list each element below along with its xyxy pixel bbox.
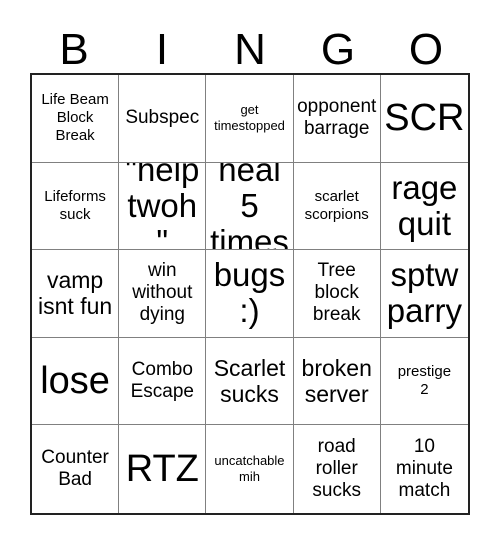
bingo-cell-label: RTZ — [125, 447, 199, 490]
bingo-cell[interactable]: opponent barrage — [293, 75, 381, 163]
bingo-cell[interactable]: RTZ — [119, 425, 207, 513]
bingo-cell[interactable]: SCR — [380, 75, 468, 163]
bingo-cell-label: opponent barrage — [297, 96, 377, 140]
bingo-cell-label: SCR — [384, 96, 465, 139]
bingo-cell-label: Lifeforms suck — [44, 187, 106, 223]
bingo-cell-label: "help twoh" — [125, 162, 200, 251]
bingo-cell-label: prestige 2 — [397, 363, 452, 399]
bingo-cell[interactable]: lose — [32, 337, 120, 426]
bingo-cell-label: Counter Bad — [41, 447, 109, 491]
bingo-cell-label: Combo Escape — [130, 359, 194, 403]
bingo-cell-label: sptw parry — [386, 256, 462, 330]
bingo-cell[interactable]: get timestopped — [206, 75, 294, 163]
bingo-cell-label: broken server — [301, 355, 372, 408]
bingo-cell-label: vamp isnt fun — [38, 267, 113, 320]
bingo-cell[interactable]: rage quit — [380, 162, 468, 251]
bingo-cell-label: road roller sucks — [312, 436, 361, 502]
bingo-cell[interactable]: Subspec — [119, 75, 207, 163]
bingo-cell-label: lose — [40, 359, 110, 402]
bingo-cell[interactable]: Counter Bad — [32, 425, 120, 513]
bingo-cell-label: scarlet scorpions — [304, 187, 369, 223]
bingo-cell[interactable]: Life Beam Block Break — [32, 75, 120, 163]
bingo-cell-label: Scarlet sucks — [213, 355, 286, 408]
bingo-cell-label: 10 minute match — [395, 436, 453, 502]
bingo-header-letter-b: B — [59, 25, 89, 74]
bingo-cell[interactable]: road roller sucks — [293, 425, 381, 513]
bingo-cell[interactable]: sptw parry — [380, 250, 468, 338]
bingo-cell[interactable]: "help twoh" — [119, 162, 207, 251]
bingo-header-letter-n: N — [234, 25, 266, 74]
bingo-cell[interactable]: Lifeforms suck — [32, 162, 120, 251]
bingo-cell[interactable]: broken server — [293, 337, 381, 426]
bingo-cell[interactable]: heal 5 times — [206, 162, 294, 251]
bingo-cell[interactable]: Tree block break — [293, 250, 381, 338]
bingo-cell-label: uncatchable mih — [214, 453, 285, 485]
bingo-header-letter-i: I — [155, 25, 169, 74]
bingo-cell[interactable]: prestige 2 — [380, 337, 468, 426]
bingo-cell-label: Life Beam Block Break — [41, 91, 109, 145]
bingo-cell[interactable]: win without dying — [119, 250, 207, 338]
bingo-cell-label: rage quit — [391, 168, 458, 242]
bingo-header-letter-g: G — [320, 25, 356, 74]
bingo-cell[interactable]: Combo Escape — [119, 337, 207, 426]
bingo-cell-label: win without dying — [132, 260, 193, 326]
bingo-cell-label: get timestopped — [214, 102, 285, 134]
bingo-card: B I N G O Life Beam Block Break Subspec get ti… — [0, 0, 500, 544]
bingo-cell[interactable]: scarlet scorpions — [293, 162, 381, 251]
bingo-cell-label: Subspec — [125, 107, 200, 129]
bingo-cell[interactable]: Scarlet sucks — [206, 337, 294, 426]
bingo-cell-label: Tree block break — [312, 260, 361, 326]
bingo-header-row: BINGO — [30, 16, 470, 73]
bingo-cell[interactable]: 10 minute match — [380, 425, 468, 513]
bingo-cell[interactable]: uncatchable mih — [206, 425, 294, 513]
bingo-cell-label: bugs :) — [213, 256, 286, 330]
bingo-grid: Life Beam Block Break Subspec get timestop… — [30, 73, 470, 515]
bingo-cell-label: heal 5 times — [210, 162, 289, 251]
bingo-cell[interactable]: bugs :) — [206, 250, 294, 338]
bingo-cell[interactable]: vamp isnt fun — [32, 250, 120, 338]
bingo-header-letter-o: O — [408, 25, 444, 74]
